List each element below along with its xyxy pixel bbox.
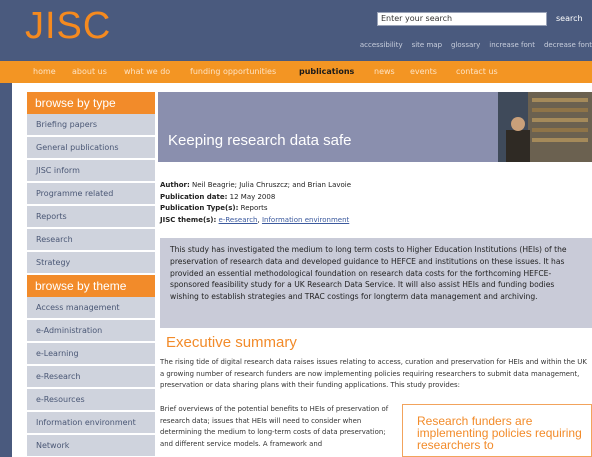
main-nav: home about us what we do funding opportu… — [0, 61, 592, 83]
nav-item-contact-us[interactable]: contact us — [456, 61, 498, 83]
sidebar-item-research[interactable]: Research — [27, 229, 155, 251]
sidebar-item-reports[interactable]: Reports — [27, 206, 155, 228]
sidebar-item-e-learning[interactable]: e-Learning — [27, 343, 155, 365]
sidebar-item-programme-related[interactable]: Programme related — [27, 183, 155, 205]
util-link-increase-font[interactable]: increase font — [489, 41, 535, 49]
sidebar: browse by type Briefing papers General p… — [27, 92, 155, 457]
browse-by-theme-heading: browse by theme — [27, 275, 155, 297]
theme-link-e-research[interactable]: e-Research — [219, 216, 258, 224]
date-value: 12 May 2008 — [229, 192, 276, 201]
date-label: Publication date: — [160, 192, 228, 201]
util-link-glossary[interactable]: glossary — [451, 41, 480, 49]
sidebar-item-jisc-inform[interactable]: JISC inform — [27, 160, 155, 182]
library-photo — [498, 92, 592, 162]
sidebar-item-briefing-papers[interactable]: Briefing papers — [27, 114, 155, 136]
page-title: Keeping research data safe — [168, 132, 352, 149]
pull-quote: Research funders are implementing polici… — [402, 404, 592, 457]
sidebar-item-access-management[interactable]: Access management — [27, 297, 155, 319]
type-label: Publication Type(s): — [160, 204, 239, 212]
left-accent-bar — [0, 83, 12, 457]
nav-item-about-us[interactable]: about us — [72, 61, 107, 83]
search-input[interactable]: Enter your search — [377, 12, 547, 26]
search-button[interactable]: search — [556, 12, 583, 26]
sidebar-item-e-resources[interactable]: e-Resources — [27, 389, 155, 411]
summary-paragraph: The rising tide of digital research data… — [160, 358, 587, 390]
util-link-site-map[interactable]: site map — [412, 41, 442, 49]
library-photo-graphic — [498, 92, 592, 162]
nav-item-news[interactable]: news — [374, 61, 395, 83]
executive-summary-heading: Executive summary — [166, 334, 297, 351]
sidebar-item-information-environment[interactable]: Information environment — [27, 412, 155, 434]
sidebar-item-network[interactable]: Network — [27, 435, 155, 457]
author-value: Neil Beagrie; Julia Chruszcz; and Brian … — [192, 181, 352, 189]
nav-item-home[interactable]: home — [33, 61, 56, 83]
nav-item-funding-opportunities[interactable]: funding opportunities — [190, 61, 276, 83]
author-label: Author: — [160, 181, 190, 189]
theme-label: JISC theme(s): — [160, 215, 217, 224]
theme-link-information-environment[interactable]: Information environment — [262, 216, 349, 224]
nav-item-publications[interactable]: publications — [299, 61, 354, 83]
sidebar-item-strategy[interactable]: Strategy — [27, 252, 155, 274]
utility-links: accessibility site map glossary increase fo… — [351, 41, 592, 49]
summary-paragraph-2: Brief overviews of the potential benefit… — [160, 405, 389, 448]
publication-meta: Author: Neil Beagrie; Julia Chruszcz; an… — [160, 181, 352, 224]
nav-item-what-we-do[interactable]: what we do — [124, 61, 170, 83]
abstract-box: This study has investigated the medium t… — [160, 238, 592, 328]
site-header: JISC Enter your search search accessibil… — [0, 0, 592, 61]
sidebar-item-general-publications[interactable]: General publications — [27, 137, 155, 159]
sidebar-item-e-administration[interactable]: e-Administration — [27, 320, 155, 342]
nav-item-events[interactable]: events — [410, 61, 437, 83]
browse-by-type-heading: browse by type — [27, 92, 155, 114]
util-link-decrease-font[interactable]: decrease font — [544, 41, 592, 49]
jisc-logo[interactable]: JISC — [25, 5, 111, 48]
sidebar-item-e-research[interactable]: e-Research — [27, 366, 155, 388]
hero-banner: Keeping research data safe — [158, 92, 592, 162]
type-value: Reports — [240, 204, 268, 212]
util-link-accessibility[interactable]: accessibility — [360, 41, 403, 49]
